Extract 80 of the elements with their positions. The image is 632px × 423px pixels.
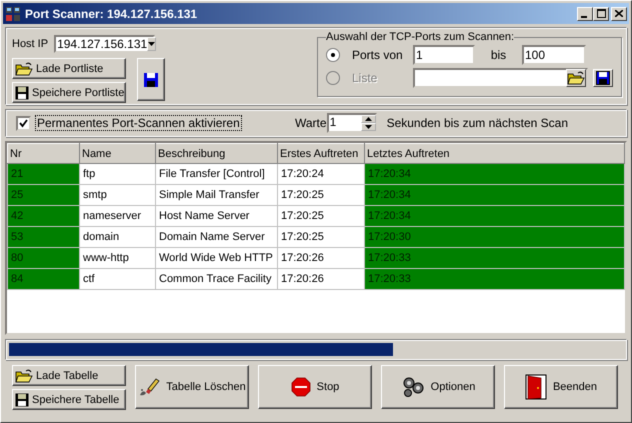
table-cell: 17:20:33	[364, 268, 624, 290]
door-icon	[524, 374, 547, 400]
table-cell: 17:20:34	[364, 184, 624, 206]
radio-button[interactable]	[326, 48, 340, 62]
table-cell: 17:20:34	[364, 206, 624, 226]
save-button[interactable]	[593, 69, 613, 87]
port-from-field[interactable]: 1	[413, 45, 475, 65]
radio-label: Liste	[352, 71, 378, 85]
save-button[interactable]	[137, 58, 165, 101]
table-cell: 17:20:30	[364, 226, 624, 248]
minimize-icon	[581, 16, 587, 18]
wait-label: Warte	[295, 116, 327, 130]
button[interactable]: Lade Tabelle	[12, 365, 126, 386]
floppy-icon	[143, 72, 159, 88]
table-cell: 25	[8, 184, 80, 206]
table-cell: 17:20:24	[278, 164, 364, 184]
checkbox[interactable]	[16, 116, 31, 130]
button[interactable]: Optionen	[381, 365, 495, 409]
wait-suffix-label: Sekunden bis zum nächsten Scan	[386, 116, 568, 130]
close-icon	[615, 10, 623, 17]
wait-spinner[interactable]: 1	[326, 113, 377, 133]
table-cell: 84	[8, 268, 80, 290]
maximize-button[interactable]	[593, 6, 609, 20]
button[interactable]: Speichere Tabelle	[12, 389, 126, 410]
button[interactable]: Tabelle Löschen	[135, 365, 249, 409]
button[interactable]: Speichere Portliste	[12, 82, 126, 103]
table-cell: 17:20:25	[278, 184, 364, 206]
column-header[interactable]: Name	[80, 144, 156, 164]
table-cell: 17:20:25	[278, 226, 364, 248]
checkmark-icon	[19, 118, 28, 128]
port-list-field[interactable]	[413, 68, 588, 88]
floppy-icon	[15, 392, 29, 406]
table-cell: Domain Name Server	[156, 226, 278, 248]
group-title: Auswahl der TCP-Ports zum Scannen:	[326, 31, 514, 43]
column-header[interactable]: Nr	[8, 144, 80, 164]
table-cell: 17:20:34	[364, 164, 624, 184]
table-cell: Host Name Server	[156, 206, 278, 226]
open-file-button[interactable]	[566, 69, 586, 87]
column-header[interactable]: Erstes Auftreten	[278, 144, 364, 164]
button[interactable]: Stop	[258, 365, 372, 409]
button[interactable]: Beenden	[504, 365, 618, 409]
table-cell: 21	[8, 164, 80, 184]
stop-sign-icon	[290, 377, 311, 397]
close-button[interactable]	[611, 6, 627, 20]
eraser-icon	[138, 377, 160, 397]
radio-label: Ports von	[352, 48, 404, 62]
maximize-icon	[596, 9, 606, 18]
table-cell: Common Trace Facility	[156, 268, 278, 290]
app-icon	[5, 6, 21, 22]
button[interactable]: Lade Portliste	[12, 58, 126, 79]
window-title: Port Scanner: 194.127.156.131	[25, 6, 198, 20]
folder-icon	[15, 62, 33, 76]
minimize-button[interactable]	[577, 6, 593, 20]
host-ip-dropdown[interactable]: 194.127.156.131	[54, 35, 156, 53]
table-cell: 17:20:25	[278, 206, 364, 226]
table-cell: File Transfer [Control]	[156, 164, 278, 184]
table-cell: www-http	[80, 248, 156, 268]
table-cell: 17:20:26	[278, 268, 364, 290]
table-cell: domain	[80, 226, 156, 248]
table-cell: 17:20:26	[278, 248, 364, 268]
table-cell: ctf	[80, 268, 156, 290]
table-cell: 80	[8, 248, 80, 268]
column-header[interactable]: Letztes Auftreten	[364, 144, 624, 164]
folder-icon	[15, 368, 33, 382]
table-cell: World Wide Web HTTP	[156, 248, 278, 268]
table-cell: smtp	[80, 184, 156, 206]
table-cell: 17:20:33	[364, 248, 624, 268]
gears-icon	[400, 376, 425, 398]
caret-icon	[148, 42, 156, 46]
port-to-label: bis	[490, 48, 508, 62]
table-cell: 53	[8, 226, 80, 248]
table-cell: ftp	[80, 164, 156, 184]
host-ip-label: Host IP	[12, 38, 48, 50]
table-cell: nameserver	[80, 206, 156, 226]
checkbox-label: Permanentes Port-Scannen aktivieren	[36, 116, 241, 130]
floppy-icon	[15, 86, 29, 100]
table-cell: 42	[8, 206, 80, 226]
table-cell: Simple Mail Transfer	[156, 184, 278, 206]
column-header[interactable]: Beschreibung	[156, 144, 278, 164]
port-to-field[interactable]: 100	[522, 45, 586, 65]
